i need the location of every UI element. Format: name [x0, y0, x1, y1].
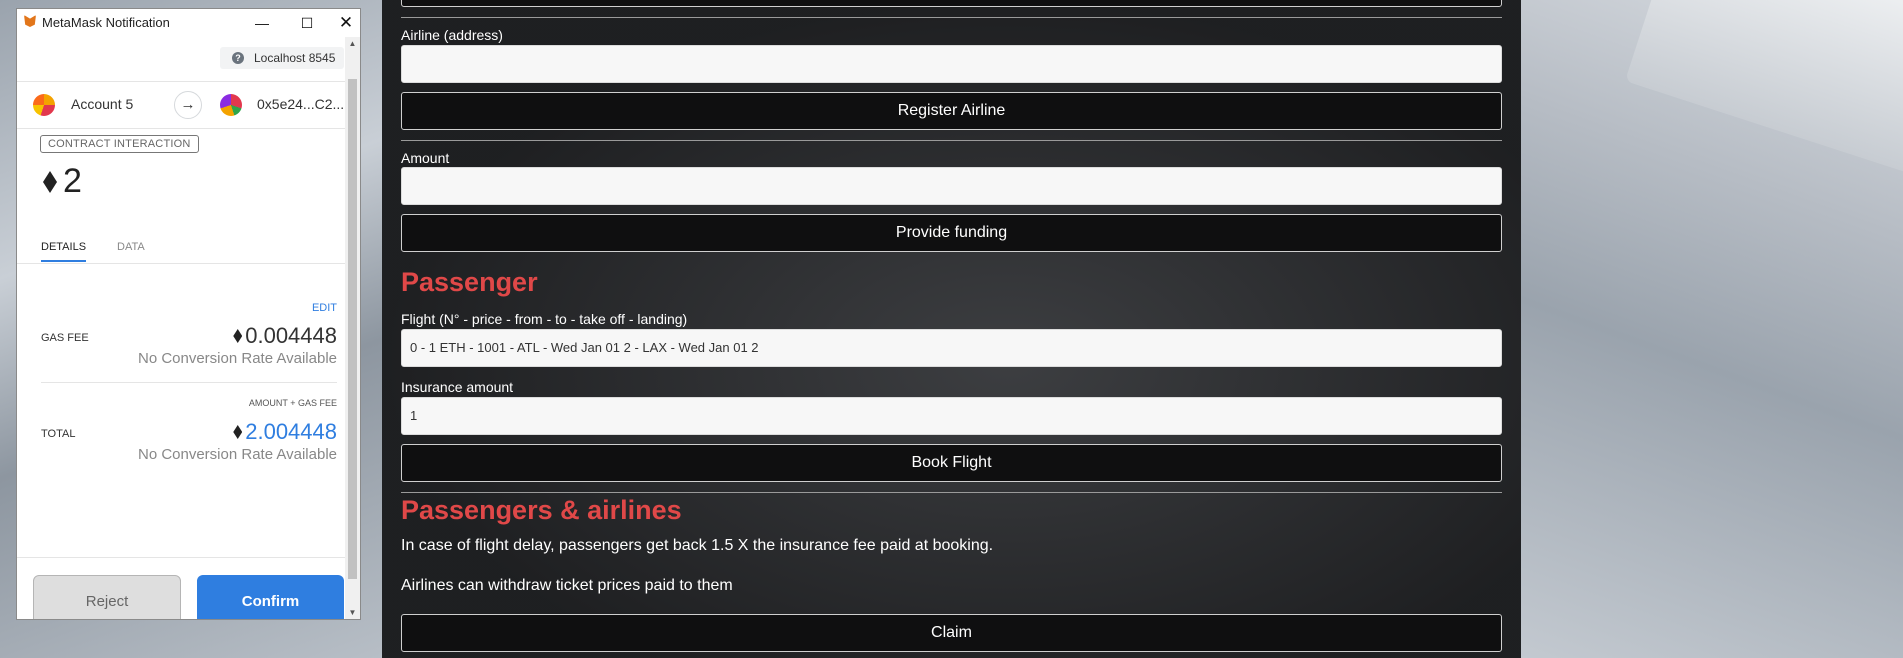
- edit-gas-link[interactable]: EDIT: [312, 302, 337, 314]
- amount-label: Amount: [401, 150, 450, 166]
- amount-gas-caption: AMOUNT + GAS FEE: [248, 398, 337, 408]
- divider: [401, 17, 1502, 18]
- total-amount: 2.004448: [245, 419, 337, 444]
- sender-recipient-row: Account 5 → 0x5e24...C2...: [17, 81, 345, 129]
- book-flight-button[interactable]: Book Flight: [401, 444, 1502, 482]
- scroll-down-icon[interactable]: ▼: [345, 608, 360, 617]
- recipient-address[interactable]: 0x5e24...C2...: [257, 96, 344, 112]
- airline-address-input[interactable]: [401, 45, 1502, 83]
- scroll-up-icon[interactable]: ▲: [345, 39, 360, 48]
- arrow-right-icon: →: [174, 91, 202, 119]
- confirm-transaction-page: ? Localhost 8545 Account 5 → 0x5e24...C2…: [17, 37, 345, 619]
- eth-icon: [233, 425, 243, 439]
- gas-fee-conversion: No Conversion Rate Available: [137, 350, 337, 367]
- question-icon: ?: [232, 52, 244, 64]
- network-indicator[interactable]: ? Localhost 8545: [220, 47, 344, 69]
- tab-details[interactable]: DETAILS: [41, 241, 87, 262]
- account-name: Account 5: [71, 96, 134, 112]
- gas-fee-label: GAS FEE: [41, 332, 89, 344]
- insurance-amount-input[interactable]: 1: [401, 397, 1502, 435]
- network-name: Localhost 8545: [254, 51, 336, 65]
- window-title: MetaMask Notification: [42, 15, 170, 30]
- metamask-fox-icon: [24, 15, 36, 27]
- account-avatar: [33, 94, 55, 116]
- scrollbar-thumb[interactable]: [348, 79, 357, 579]
- background-right: [1521, 0, 1903, 658]
- claim-button[interactable]: Claim: [401, 614, 1502, 652]
- contract-interaction-badge: CONTRACT INTERACTION: [40, 135, 199, 153]
- metamask-window: MetaMask Notification — ☐ ✕ ? Localhost …: [16, 8, 361, 620]
- delay-info-text: In case of flight delay, passengers get …: [401, 537, 994, 554]
- passengers-airlines-heading: Passengers & airlines: [401, 495, 682, 525]
- gas-fee-value: 0.004448: [233, 323, 337, 349]
- footer-divider: [17, 557, 345, 558]
- divider: [401, 140, 1502, 141]
- total-label: TOTAL: [41, 428, 76, 440]
- amount-input[interactable]: [401, 167, 1502, 205]
- previous-button-partial[interactable]: [401, 0, 1502, 7]
- reject-button[interactable]: Reject: [33, 575, 181, 619]
- window-titlebar: MetaMask Notification — ☐ ✕: [17, 9, 360, 38]
- recipient-avatar: [220, 94, 242, 116]
- total-conversion: No Conversion Rate Available: [137, 446, 337, 463]
- divider: [41, 382, 337, 383]
- amount-value: 2: [63, 162, 82, 200]
- total-value: 2.004448: [233, 419, 337, 445]
- minimize-icon[interactable]: —: [247, 12, 277, 34]
- divider: [401, 492, 1502, 493]
- airline-address-label: Airline (address): [401, 27, 503, 43]
- close-icon[interactable]: ✕: [331, 12, 360, 34]
- airplane-wing-image: [1625, 0, 1903, 211]
- flight-label: Flight (N° - price - from - to - take of…: [401, 311, 688, 327]
- passenger-heading: Passenger: [401, 267, 538, 297]
- gas-fee-amount: 0.004448: [245, 323, 337, 348]
- tab-data[interactable]: DATA: [117, 241, 145, 253]
- register-airline-button[interactable]: Register Airline: [401, 92, 1502, 130]
- transaction-amount: 2: [43, 162, 82, 201]
- details-tabs: DETAILS DATA: [17, 233, 345, 264]
- eth-icon: [43, 171, 57, 193]
- provide-funding-button[interactable]: Provide funding: [401, 214, 1502, 252]
- flight-select[interactable]: 0 - 1 ETH - 1001 - ATL - Wed Jan 01 2 - …: [401, 329, 1502, 367]
- eth-icon: [233, 329, 243, 343]
- confirm-button[interactable]: Confirm: [197, 575, 344, 619]
- scrollbar[interactable]: ▲ ▼: [345, 37, 360, 619]
- withdraw-info-text: Airlines can withdraw ticket prices paid…: [401, 577, 733, 594]
- maximize-icon[interactable]: ☐: [292, 12, 322, 34]
- insurance-amount-label: Insurance amount: [401, 379, 514, 395]
